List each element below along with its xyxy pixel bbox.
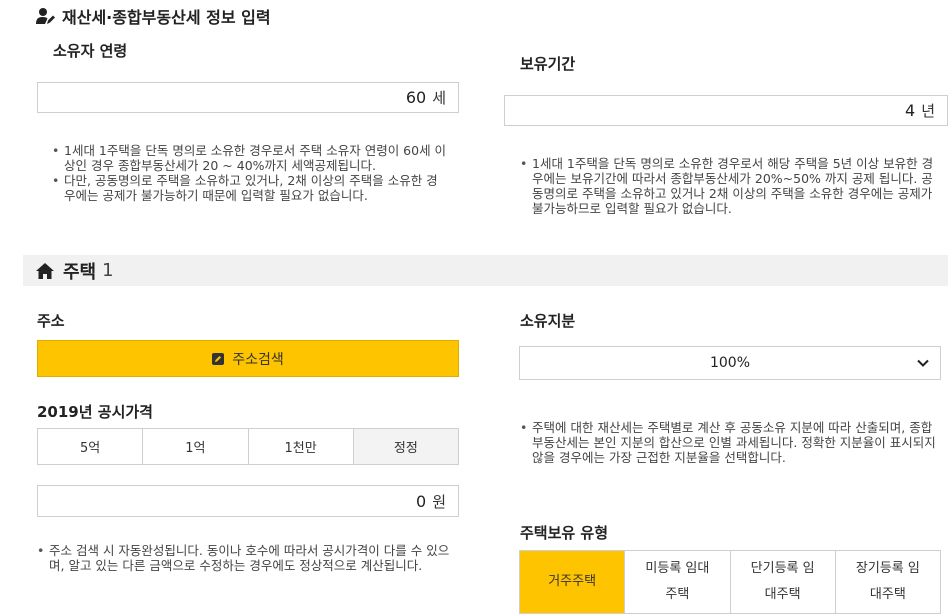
price-unit: 원 [432,492,446,511]
holding-period-label: 보유기간 [520,55,576,73]
holding-period-unit: 년 [921,102,935,120]
price-label: 2019년 공시가격 [37,403,153,421]
house-type-short-line2: 대주택 [764,587,801,602]
house-type-long-term-rental[interactable]: 장기등록 임 대주택 [835,551,940,613]
owner-age-note-2: 다만, 공동명의로 주택을 소유하고 있거나, 2채 이상의 주택을 소유한 경… [52,173,447,203]
owner-age-label: 소유자 연령 [53,42,128,60]
house-type-residence-label: 거주주택 [548,574,597,589]
ownership-share-note-1: 주택에 대한 재산세는 주택별로 계산 후 공동소유 지분에 따라 산출되며, … [520,420,940,465]
house-type-unregistered-line2: 주택 [665,587,690,602]
user-edit-icon [36,7,56,25]
ownership-share-notes: 주택에 대한 재산세는 주택별로 계산 후 공동소유 지분에 따라 산출되며, … [520,420,940,465]
price-add-500m-button[interactable]: 5억 [38,429,144,464]
price-add-10m-button[interactable]: 1천만 [248,429,354,464]
holding-period-notes: 1세대 1주택을 단독 명의로 소유한 경우로서 해당 주택을 5년 이상 보유… [520,156,940,216]
price-correct-button[interactable]: 정정 [353,429,458,464]
home-icon [35,262,55,280]
ownership-share-label: 소유지분 [520,312,576,330]
house-type-residence[interactable]: 거주주택 [520,551,626,613]
chevron-down-icon [916,356,930,374]
owner-age-unit: 세 [432,89,446,107]
holding-period-input[interactable]: 4 년 [504,95,948,126]
house-type-unregistered-line1: 미등록 임대 [645,561,710,576]
owner-age-note-1: 1세대 1주택을 단독 명의로 소유한 경우로서 주택 소유자 연령이 60세 … [52,143,447,173]
address-search-label: 주소검색 [232,351,284,368]
house-section-bar: 주택 1 [23,255,948,286]
address-label: 주소 [37,312,65,330]
house-type-long-line1: 장기등록 임 [855,561,920,576]
house-type-short-term-rental[interactable]: 단기등록 임 대주택 [730,551,836,613]
owner-age-notes: 1세대 1주택을 단독 명의로 소유한 경우로서 주택 소유자 연령이 60세 … [52,143,447,203]
price-quick-buttons: 5억 1억 1천만 정정 [37,428,459,465]
price-input[interactable]: 0 원 [37,485,459,517]
price-notes: 주소 검색 시 자동완성됩니다. 동이나 호수에 따라서 공시가격이 다를 수 … [37,543,457,573]
house-type-long-line2: 대주택 [869,587,906,602]
price-add-100m-button[interactable]: 1억 [143,429,249,464]
holding-period-note-1: 1세대 1주택을 단독 명의로 소유한 경우로서 해당 주택을 5년 이상 보유… [520,156,940,216]
owner-age-input[interactable]: 60 세 [37,82,459,113]
house-number: 1 [102,260,114,281]
address-search-button[interactable]: 주소검색 [37,340,459,377]
house-type-short-line1: 단기등록 임 [750,561,815,576]
house-type-unregistered-rental[interactable]: 미등록 임대 주택 [625,551,731,613]
pencil-icon [212,352,225,365]
ownership-share-value: 100% [709,355,751,371]
owner-age-value: 60 [405,88,427,107]
ownership-share-select[interactable]: 100% [519,346,941,380]
holding-period-value: 4 [905,101,916,120]
house-type-label: 주택보유 유형 [520,524,609,542]
section-header: 재산세·종합부동산세 정보 입력 [36,4,271,28]
section-title: 재산세·종합부동산세 정보 입력 [62,8,271,27]
house-title: 주택 [63,261,97,283]
price-note-1: 주소 검색 시 자동완성됩니다. 동이나 호수에 따라서 공시가격이 다를 수 … [37,543,457,573]
price-value: 0 [416,491,427,511]
house-type-options: 거주주택 미등록 임대 주택 단기등록 임 대주택 장기등록 임 대주택 [519,550,941,614]
